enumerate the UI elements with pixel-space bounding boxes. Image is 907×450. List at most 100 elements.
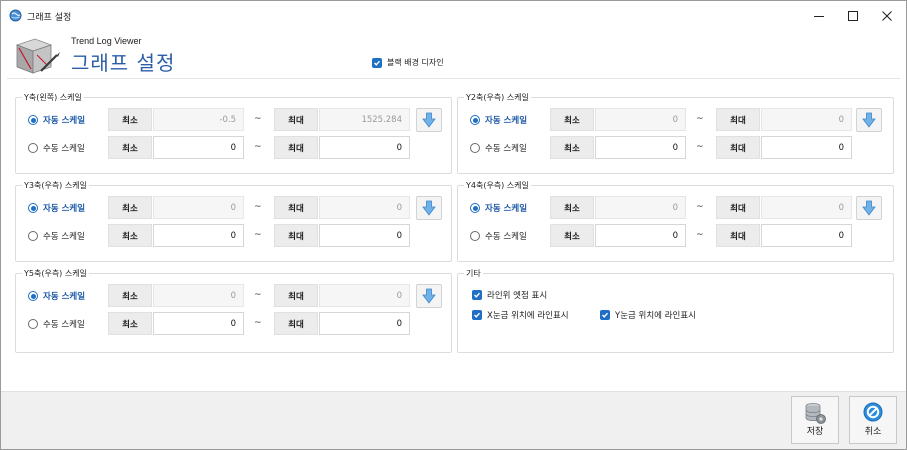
min-label: 최소 bbox=[108, 108, 152, 131]
manual-max-input[interactable]: 0 bbox=[761, 224, 852, 247]
close-button[interactable] bbox=[869, 1, 905, 30]
auto-max-value: 0 bbox=[319, 196, 410, 219]
range-tilde: ~ bbox=[696, 114, 704, 124]
group-label: Y4축(우측) 스케일 bbox=[464, 180, 531, 191]
show-line-points-checkbox[interactable]: 라인위 엣점 표시 bbox=[472, 289, 547, 301]
manual-scale-radio[interactable]: 수동 스케일 bbox=[28, 230, 85, 242]
max-label: 최대 bbox=[274, 224, 318, 247]
close-icon bbox=[882, 10, 892, 21]
misc-group: 기타 라인위 엣점 표시 X눈금 위치에 라인표시 Y눈금 위치에 라인표시 bbox=[457, 268, 894, 353]
auto-scale-radio[interactable]: 자동 스케일 bbox=[28, 290, 85, 302]
manual-scale-row: 수동 스케일 최소 0 ~ 최대 0 bbox=[16, 312, 451, 335]
range-tilde: ~ bbox=[254, 142, 262, 152]
manual-scale-radio[interactable]: 수동 스케일 bbox=[470, 230, 527, 242]
manual-max-input[interactable]: 0 bbox=[319, 224, 410, 247]
group-label: Y2축(우측) 스케일 bbox=[464, 92, 531, 103]
manual-max-input[interactable]: 0 bbox=[319, 312, 410, 335]
auto-min-value: 0 bbox=[153, 284, 244, 307]
manual-scale-radio[interactable]: 수동 스케일 bbox=[28, 142, 85, 154]
min-label: 최소 bbox=[108, 196, 152, 219]
auto-scale-row: 자동 스케일 최소 -0.5 ~ 최대 1525.284 bbox=[16, 108, 451, 132]
manual-min-input[interactable]: 0 bbox=[153, 136, 244, 159]
manual-min-input[interactable]: 0 bbox=[153, 224, 244, 247]
apply-down-button[interactable] bbox=[416, 108, 442, 132]
cancel-label: 취소 bbox=[864, 427, 882, 437]
down-arrow-icon bbox=[422, 288, 436, 304]
y4-scale-group: Y4축(우측) 스케일 자동 스케일 최소 0 ~ 최대 0 수동 스케일 최소… bbox=[457, 180, 894, 262]
max-label: 최대 bbox=[274, 312, 318, 335]
auto-max-value: 1525.284 bbox=[319, 108, 410, 131]
manual-min-input[interactable]: 0 bbox=[153, 312, 244, 335]
min-label: 최소 bbox=[108, 312, 152, 335]
title-bar: 그래프 설정 bbox=[1, 1, 906, 30]
manual-max-input[interactable]: 0 bbox=[761, 136, 852, 159]
down-arrow-icon bbox=[862, 112, 876, 128]
checkbox-checked-icon bbox=[372, 57, 382, 68]
auto-scale-row: 자동 스케일 최소 0 ~ 최대 0 bbox=[16, 196, 451, 220]
max-label: 최대 bbox=[716, 108, 760, 131]
divider bbox=[7, 78, 900, 79]
minimize-icon bbox=[814, 15, 824, 17]
manual-scale-radio[interactable]: 수동 스케일 bbox=[28, 318, 85, 330]
auto-max-value: 0 bbox=[761, 196, 852, 219]
min-label: 최소 bbox=[550, 196, 594, 219]
page-title: 그래프 설정 bbox=[71, 51, 176, 75]
auto-max-value: 0 bbox=[319, 284, 410, 307]
y1-scale-group: Y축(왼쪽) 스케일 자동 스케일 최소 -0.5 ~ 최대 1525.284 … bbox=[15, 92, 452, 174]
auto-scale-row: 자동 스케일 최소 0 ~ 최대 0 bbox=[458, 108, 893, 132]
graph-settings-logo-icon bbox=[11, 33, 63, 79]
auto-scale-radio[interactable]: 자동 스케일 bbox=[470, 114, 527, 126]
max-label: 최대 bbox=[716, 196, 760, 219]
range-tilde: ~ bbox=[254, 318, 262, 328]
dark-background-label: 블랙 배경 디자인 bbox=[387, 58, 444, 67]
manual-max-input[interactable]: 0 bbox=[319, 136, 410, 159]
min-label: 최소 bbox=[550, 136, 594, 159]
range-tilde: ~ bbox=[254, 230, 262, 240]
auto-scale-radio[interactable]: 자동 스케일 bbox=[470, 202, 527, 214]
dark-background-checkbox[interactable]: 블랙 배경 디자인 bbox=[372, 57, 444, 68]
max-label: 최대 bbox=[716, 224, 760, 247]
database-save-icon bbox=[805, 403, 826, 424]
max-label: 최대 bbox=[716, 136, 760, 159]
min-label: 최소 bbox=[108, 284, 152, 307]
manual-scale-radio[interactable]: 수동 스케일 bbox=[470, 142, 527, 154]
minimize-button[interactable] bbox=[801, 1, 837, 30]
group-label: Y3축(우측) 스케일 bbox=[22, 180, 89, 191]
min-label: 최소 bbox=[550, 224, 594, 247]
auto-scale-radio[interactable]: 자동 스케일 bbox=[28, 202, 85, 214]
apply-down-button[interactable] bbox=[416, 196, 442, 220]
header: Trend Log Viewer 그래프 설정 블랙 배경 디자인 bbox=[1, 30, 906, 80]
auto-scale-row: 자동 스케일 최소 0 ~ 최대 0 bbox=[458, 196, 893, 220]
checkbox-checked-icon bbox=[472, 290, 482, 300]
max-label: 최대 bbox=[274, 284, 318, 307]
save-label: 저장 bbox=[806, 427, 824, 437]
min-label: 최소 bbox=[108, 224, 152, 247]
manual-min-input[interactable]: 0 bbox=[595, 224, 686, 247]
app-name: Trend Log Viewer bbox=[71, 36, 142, 46]
range-tilde: ~ bbox=[254, 114, 262, 124]
auto-scale-radio[interactable]: 자동 스케일 bbox=[28, 114, 85, 126]
min-label: 최소 bbox=[550, 108, 594, 131]
window-title: 그래프 설정 bbox=[27, 13, 72, 23]
manual-min-input[interactable]: 0 bbox=[595, 136, 686, 159]
checkbox-label: X눈금 위치에 라인표시 bbox=[487, 311, 569, 321]
auto-scale-row: 자동 스케일 최소 0 ~ 최대 0 bbox=[16, 284, 451, 308]
cancel-button[interactable]: 취소 bbox=[849, 396, 897, 444]
x-grid-lines-checkbox[interactable]: X눈금 위치에 라인표시 bbox=[472, 309, 569, 321]
apply-down-button[interactable] bbox=[856, 108, 882, 132]
checkbox-label: Y눈금 위치에 라인표시 bbox=[615, 311, 696, 321]
maximize-button[interactable] bbox=[835, 1, 871, 30]
footer-bar: 저장 취소 bbox=[1, 391, 906, 449]
max-label: 최대 bbox=[274, 108, 318, 131]
apply-down-button[interactable] bbox=[856, 196, 882, 220]
checkbox-checked-icon bbox=[600, 310, 610, 320]
range-tilde: ~ bbox=[696, 202, 704, 212]
save-button[interactable]: 저장 bbox=[791, 396, 839, 444]
apply-down-button[interactable] bbox=[416, 284, 442, 308]
manual-scale-row: 수동 스케일 최소 0 ~ 최대 0 bbox=[16, 224, 451, 247]
range-tilde: ~ bbox=[696, 142, 704, 152]
range-tilde: ~ bbox=[696, 230, 704, 240]
group-label: Y5축(우측) 스케일 bbox=[22, 268, 89, 279]
y-grid-lines-checkbox[interactable]: Y눈금 위치에 라인표시 bbox=[600, 309, 696, 321]
down-arrow-icon bbox=[422, 200, 436, 216]
